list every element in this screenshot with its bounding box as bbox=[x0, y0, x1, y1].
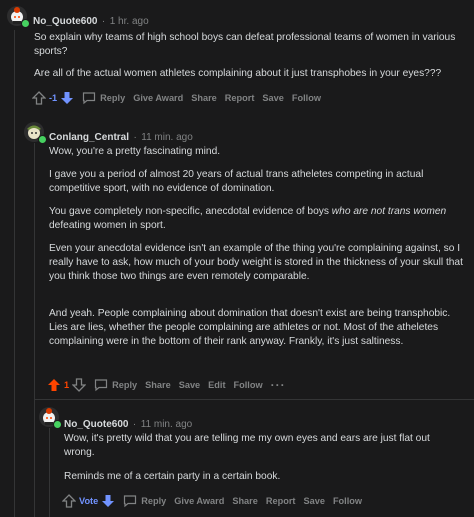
vote-control: -1 bbox=[32, 91, 74, 105]
online-indicator bbox=[21, 19, 30, 28]
comment-timestamp[interactable]: 11 min. ago bbox=[141, 419, 193, 430]
follow-label: Follow bbox=[233, 380, 263, 390]
give-award-label: Give Award bbox=[174, 496, 225, 506]
comment-paragraph: So explain why teams of high school boys… bbox=[34, 32, 456, 57]
comment-actions: Vote Reply Give Award Share Report Save … bbox=[62, 492, 370, 510]
reply-button[interactable]: Reply bbox=[123, 494, 166, 508]
share-button[interactable]: Share bbox=[145, 380, 171, 390]
more-options-button[interactable]: ··· bbox=[271, 378, 286, 392]
comment-body: Wow, it's pretty wild that you are telli… bbox=[64, 432, 459, 484]
save-label: Save bbox=[303, 496, 325, 506]
comment-timestamp[interactable]: 11 min. ago bbox=[141, 132, 193, 143]
vote-control: Vote bbox=[62, 494, 115, 508]
save-button[interactable]: Save bbox=[262, 93, 283, 103]
comment-paragraph: Even your anecdotal evidence isn't an ex… bbox=[49, 243, 463, 282]
comment-author[interactable]: No_Quote600 bbox=[33, 16, 97, 27]
save-label: Save bbox=[178, 380, 201, 390]
follow-button[interactable]: Follow bbox=[234, 380, 263, 390]
share-button[interactable]: Share bbox=[191, 93, 217, 103]
comment-paragraph: I gave you a period of almost 20 years o… bbox=[49, 169, 424, 194]
give-award-label: Give Award bbox=[133, 93, 184, 103]
vote-control: 1 bbox=[47, 378, 87, 392]
follow-label: Follow bbox=[291, 93, 321, 103]
report-label: Report bbox=[265, 496, 296, 506]
online-indicator bbox=[38, 135, 47, 144]
comment-paragraph: Are all of the actual women athletes com… bbox=[34, 68, 442, 79]
save-button[interactable]: Save bbox=[179, 380, 200, 390]
comment-paragraph: You gave completely non-specific, anecdo… bbox=[49, 205, 464, 233]
downvote-icon[interactable] bbox=[72, 378, 87, 392]
downvote-icon[interactable] bbox=[101, 494, 115, 508]
thread-line[interactable] bbox=[14, 30, 15, 517]
avatar[interactable] bbox=[39, 407, 62, 429]
report-label: Report bbox=[224, 93, 255, 103]
report-button[interactable]: Report bbox=[225, 93, 255, 103]
online-indicator bbox=[53, 420, 62, 429]
divider bbox=[34, 399, 474, 400]
avatar[interactable] bbox=[7, 6, 30, 28]
comment-timestamp[interactable]: 1 hr. ago bbox=[110, 16, 149, 27]
comment-author[interactable]: No_Quote600 bbox=[64, 419, 128, 430]
comment-bubble-icon bbox=[83, 92, 96, 105]
save-button[interactable]: Save bbox=[303, 496, 324, 506]
comment-bubble-icon bbox=[124, 495, 137, 508]
thread-line[interactable] bbox=[34, 143, 35, 517]
separator-dot: · bbox=[133, 132, 137, 143]
upvote-icon[interactable] bbox=[62, 494, 76, 508]
follow-label: Follow bbox=[332, 496, 363, 506]
reply-button[interactable]: Reply bbox=[94, 378, 137, 392]
paragraph-text: You gave completely non-specific, anecdo… bbox=[49, 206, 332, 217]
follow-button[interactable]: Follow bbox=[333, 496, 362, 506]
more-options-icon: ··· bbox=[270, 378, 286, 392]
comment-paragraph: Wow, it's pretty wild that you are telli… bbox=[64, 433, 430, 458]
vote-count: 1 bbox=[64, 380, 70, 390]
comment-author[interactable]: Conlang_Central bbox=[49, 132, 129, 143]
thread-line[interactable] bbox=[49, 428, 50, 517]
upvote-icon[interactable] bbox=[32, 91, 46, 105]
comment-body: So explain why teams of high school boys… bbox=[34, 31, 464, 81]
share-label: Share bbox=[191, 93, 217, 103]
reply-label: Reply bbox=[141, 496, 167, 506]
share-button[interactable]: Share bbox=[232, 496, 258, 506]
edit-label: Edit bbox=[208, 380, 226, 390]
give-award-button[interactable]: Give Award bbox=[174, 496, 224, 506]
comment-actions: 1 Reply Share Save Edit Follow ··· bbox=[47, 376, 294, 394]
save-label: Save bbox=[262, 93, 284, 103]
divider bbox=[34, 399, 35, 400]
emphasis-text: who are not trans women bbox=[331, 206, 447, 217]
comment-paragraph: And yeah. People complaining about domin… bbox=[49, 308, 451, 347]
edit-button[interactable]: Edit bbox=[208, 380, 225, 390]
comment-bubble-icon bbox=[95, 379, 108, 392]
upvote-icon[interactable] bbox=[47, 378, 61, 392]
comment-body: Wow, you're a pretty fascinating mind. I… bbox=[49, 145, 464, 349]
separator-dot: · bbox=[132, 419, 137, 430]
share-label: Share bbox=[145, 380, 171, 390]
separator-dot: · bbox=[101, 16, 106, 27]
avatar[interactable] bbox=[24, 122, 47, 144]
vote-count: -1 bbox=[49, 93, 58, 103]
give-award-button[interactable]: Give Award bbox=[133, 93, 183, 103]
reply-button[interactable]: Reply bbox=[82, 91, 125, 105]
share-label: Share bbox=[232, 496, 258, 506]
comment-paragraph: Reminds me of a certain party in a certa… bbox=[64, 471, 281, 482]
reply-label: Reply bbox=[112, 380, 138, 390]
report-button[interactable]: Report bbox=[266, 496, 296, 506]
reply-label: Reply bbox=[100, 93, 126, 103]
follow-button[interactable]: Follow bbox=[292, 93, 321, 103]
downvote-icon[interactable] bbox=[60, 91, 74, 105]
paragraph-text: defeating women in sport. bbox=[49, 220, 166, 231]
comment-actions: -1 Reply Give Award Share Report Save Fo… bbox=[32, 89, 329, 107]
vote-count: Vote bbox=[79, 496, 99, 506]
comment-paragraph: Wow, you're a pretty fascinating mind. bbox=[49, 146, 221, 157]
